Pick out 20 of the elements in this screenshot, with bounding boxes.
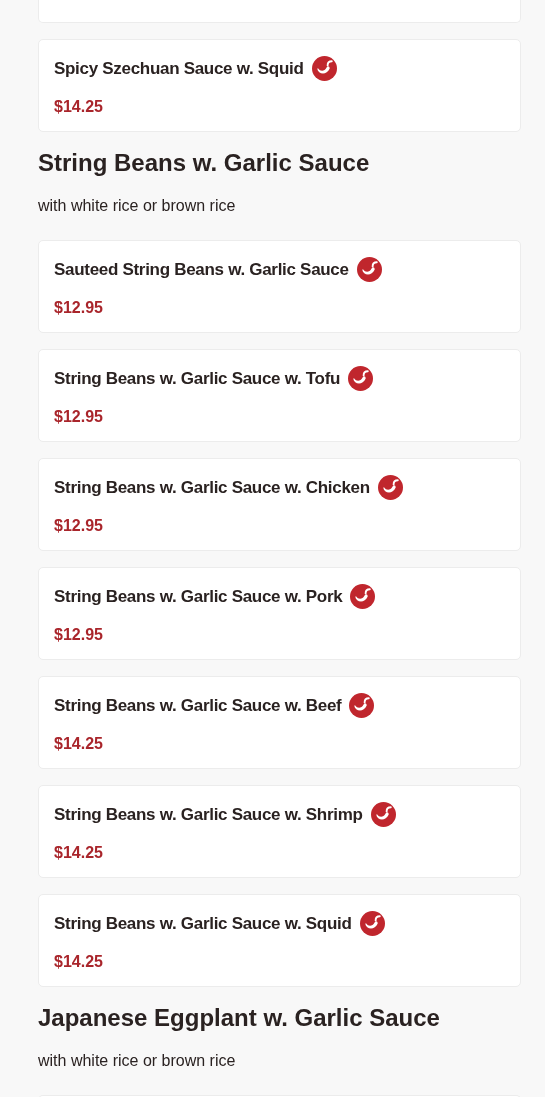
dish-name: String Beans w. Garlic Sauce w. Shrimp xyxy=(54,804,363,825)
section-heading: Japanese Eggplant w. Garlic Sauce xyxy=(38,1003,441,1033)
dish-price: $14.25 xyxy=(54,952,104,972)
dish-name: String Beans w. Garlic Sauce w. Beef xyxy=(54,695,342,716)
dish-price: $14.25 xyxy=(54,734,104,754)
dish-price: $12.95 xyxy=(54,298,104,318)
section-subtitle: with white rice or brown rice xyxy=(38,196,237,216)
dish-name: String Beans w. Garlic Sauce w. Chicken xyxy=(54,477,370,498)
dish-name: Spicy Szechuan Sauce w. Squid xyxy=(54,58,304,79)
dish-price: $12.95 xyxy=(54,625,104,645)
section-subtitle: with white rice or brown rice xyxy=(38,1051,237,1071)
dish-price: $12.95 xyxy=(54,407,104,427)
dish-name: Sauteed String Beans w. Garlic Sauce xyxy=(54,259,349,280)
dish-price: $14.25 xyxy=(54,97,104,117)
dish-price: $14.25 xyxy=(54,843,104,863)
dish-name: String Beans w. Garlic Sauce w. Squid xyxy=(54,913,352,934)
dish-name: String Beans w. Garlic Sauce w. Pork xyxy=(54,586,343,607)
dish-price: $12.95 xyxy=(54,516,104,536)
dish-name: String Beans w. Garlic Sauce w. Tofu xyxy=(54,368,341,389)
section-heading: String Beans w. Garlic Sauce xyxy=(38,148,371,178)
